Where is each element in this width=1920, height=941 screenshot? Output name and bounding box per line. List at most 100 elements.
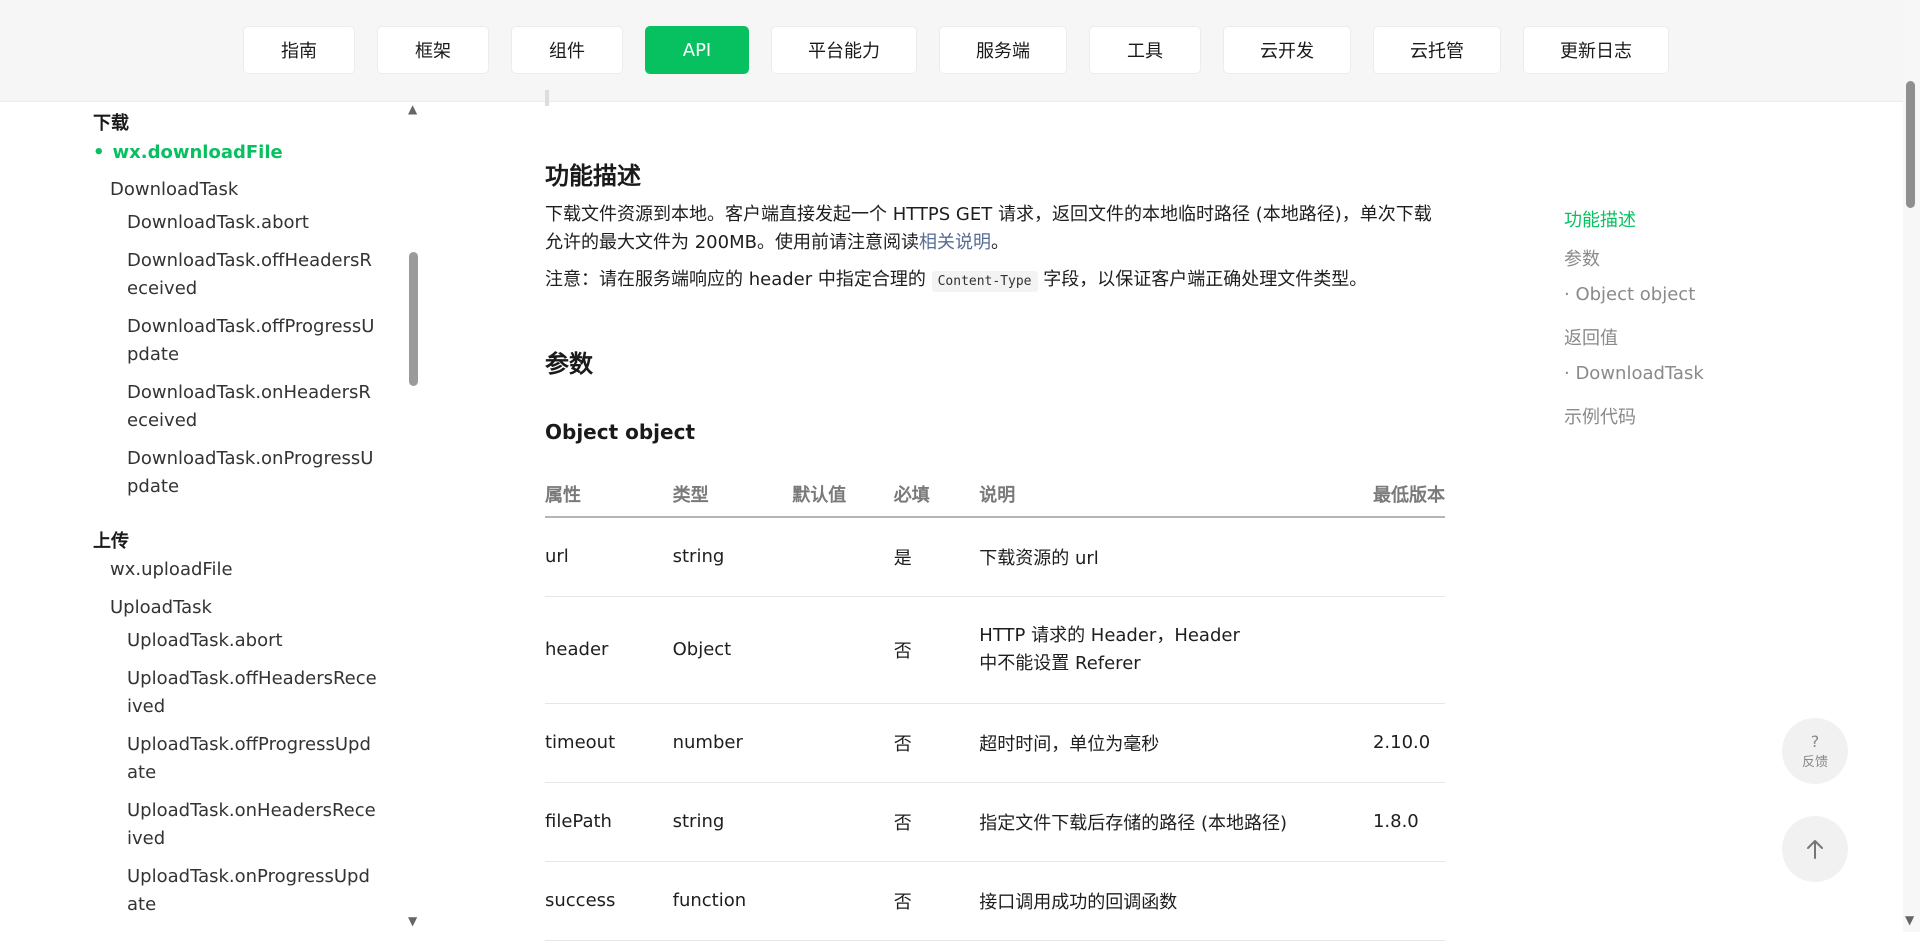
tab-guide[interactable]: 指南 (243, 26, 355, 74)
table-header-row: 属性 类型 默认值 必填 说明 最低版本 (545, 471, 1445, 518)
cell-default (792, 703, 894, 783)
sidebar-scrollbar[interactable] (409, 252, 418, 386)
params-table: 属性 类型 默认值 必填 说明 最低版本 url string 是 下载资源的 … (545, 471, 1445, 941)
sidebar-item-uploadtask-onheadersreceived[interactable]: UploadTask.onHeadersReceived (127, 797, 377, 853)
feedback-label: 反馈 (1801, 754, 1828, 770)
col-header-desc: 说明 (979, 471, 1373, 518)
toc-item-example[interactable]: 示例代码 (1564, 403, 1636, 429)
cell-name: url (545, 517, 673, 597)
question-icon: ? (1810, 731, 1820, 751)
cell-name: timeout (545, 703, 673, 783)
table-row: header Object 否 HTTP 请求的 Header，Header 中… (545, 596, 1445, 704)
toc-item-params[interactable]: 参数 (1564, 245, 1600, 271)
cell-version (1372, 596, 1445, 704)
sidebar: 下载 • wx.downloadFile DownloadTask Downloa… (0, 102, 424, 932)
table-row: url string 是 下载资源的 url (545, 517, 1445, 597)
cell-type: Object (672, 596, 793, 704)
sidebar-item-uploadtask-offprogressupdate[interactable]: UploadTask.offProgressUpdate (127, 731, 377, 787)
sidebar-item-wx-uploadfile[interactable]: wx.uploadFile (110, 556, 233, 584)
table-row: timeout number 否 超时时间，单位为毫秒 2.10.0 (545, 703, 1445, 783)
cell-default (792, 782, 894, 862)
cell-required: 是 (893, 517, 980, 597)
col-header-default: 默认值 (792, 471, 894, 518)
breadcrumb-bar (545, 90, 549, 106)
col-header-attr: 属性 (545, 471, 673, 518)
sidebar-item-uploadtask-offheadersreceived[interactable]: UploadTask.offHeadersReceived (127, 665, 377, 721)
back-to-top-button[interactable] (1782, 816, 1848, 882)
sidebar-item-downloadtask-offheadersreceived[interactable]: DownloadTask.offHeadersReceived (127, 247, 377, 303)
sidebar-item-downloadtask-onheadersreceived[interactable]: DownloadTask.onHeadersReceived (127, 379, 377, 435)
toc-item-object[interactable]: · Object object (1564, 284, 1695, 305)
content-type-code: Content-Type (931, 271, 1038, 292)
description-end: 。 (990, 232, 1009, 253)
cell-desc: 超时时间，单位为毫秒 (979, 703, 1373, 783)
cell-default (792, 861, 894, 941)
cell-version (1372, 517, 1445, 597)
sidebar-item-downloadtask-onprogressupdate[interactable]: DownloadTask.onProgressUpdate (127, 445, 377, 501)
cell-type: function (672, 861, 793, 941)
cell-version (1372, 861, 1445, 941)
cell-desc: 指定文件下载后存储的路径 (本地路径) (979, 782, 1373, 862)
cell-name: success (545, 861, 673, 941)
cell-name: header (545, 596, 673, 704)
tab-cloud-hosting[interactable]: 云托管 (1373, 26, 1501, 74)
sidebar-group-download: 下载 (93, 113, 129, 134)
cell-type: string (672, 782, 793, 862)
note-suffix: 字段，以保证客户端正确处理文件类型。 (1043, 269, 1368, 290)
cell-desc: 接口调用成功的回调函数 (979, 861, 1373, 941)
toc-item-downloadtask[interactable]: · DownloadTask (1564, 363, 1704, 384)
scroll-down-icon[interactable]: ▼ (408, 914, 417, 928)
sidebar-item-uploadtask-onprogressupdate[interactable]: UploadTask.onProgressUpdate (127, 863, 377, 919)
arrow-up-icon (1807, 840, 1823, 859)
page-scrollbar-thumb[interactable] (1906, 81, 1915, 208)
sidebar-item-uploadtask-abort[interactable]: UploadTask.abort (127, 627, 377, 655)
cell-default (792, 596, 894, 704)
cell-version: 1.8.0 (1372, 782, 1445, 862)
cell-required: 否 (893, 861, 980, 941)
related-notes-link[interactable]: 相关说明 (919, 232, 991, 253)
table-row: success function 否 接口调用成功的回调函数 (545, 861, 1445, 941)
cell-required: 否 (893, 703, 980, 783)
sidebar-item-wx-downloadfile[interactable]: • wx.downloadFile (93, 139, 283, 167)
sidebar-group-upload: 上传 (93, 531, 129, 552)
object-title: Object object (545, 420, 696, 444)
sidebar-item-downloadtask[interactable]: DownloadTask (110, 176, 238, 204)
tab-tools[interactable]: 工具 (1089, 26, 1201, 74)
tab-changelog[interactable]: 更新日志 (1523, 26, 1669, 74)
sidebar-item-downloadtask-offprogressupdate[interactable]: DownloadTask.offProgressUpdate (127, 313, 377, 369)
cell-type: string (672, 517, 793, 597)
sidebar-item-downloadtask-abort[interactable]: DownloadTask.abort (127, 209, 377, 237)
tab-server[interactable]: 服务端 (939, 26, 1067, 74)
cell-desc: HTTP 请求的 Header，Header 中不能设置 Referer (979, 596, 1373, 704)
top-nav: 指南 框架 组件 API 平台能力 服务端 工具 云开发 云托管 更新日志 (0, 0, 1903, 102)
tab-cloud-dev[interactable]: 云开发 (1223, 26, 1351, 74)
cell-required: 否 (893, 782, 980, 862)
sidebar-item-label: wx.downloadFile (112, 142, 283, 163)
description-text: 下载文件资源到本地。客户端直接发起一个 HTTPS GET 请求，返回文件的本地… (545, 201, 1445, 257)
sidebar-item-uploadtask[interactable]: UploadTask (110, 594, 212, 622)
table-row: filePath string 否 指定文件下载后存储的路径 (本地路径) 1.… (545, 782, 1445, 862)
scroll-up-icon[interactable]: ▲ (408, 102, 417, 116)
note-text: 注意：请在服务端响应的 header 中指定合理的 Content-Type 字… (545, 266, 1445, 296)
nav-tabs: 指南 框架 组件 API 平台能力 服务端 工具 云开发 云托管 更新日志 (243, 26, 1669, 74)
tab-components[interactable]: 组件 (511, 26, 623, 74)
tab-api[interactable]: API (645, 26, 749, 74)
col-header-version: 最低版本 (1372, 471, 1445, 518)
feedback-button[interactable]: ? 反馈 (1782, 718, 1848, 784)
col-header-type: 类型 (672, 471, 793, 518)
note-prefix: 注意：请在服务端响应的 header 中指定合理的 (545, 269, 926, 290)
toc-item-description[interactable]: 功能描述 (1564, 206, 1636, 232)
tab-framework[interactable]: 框架 (377, 26, 489, 74)
tab-platform[interactable]: 平台能力 (771, 26, 917, 74)
active-dot-icon: • (93, 142, 105, 163)
cell-type: number (672, 703, 793, 783)
cell-default (792, 517, 894, 597)
page-scroll-down-icon[interactable]: ▼ (1905, 913, 1914, 927)
cell-desc: 下载资源的 url (979, 517, 1373, 597)
section-title-params: 参数 (545, 350, 593, 378)
cell-required: 否 (893, 596, 980, 704)
col-header-required: 必填 (893, 471, 980, 518)
section-title-description: 功能描述 (545, 162, 641, 190)
toc-item-return[interactable]: 返回值 (1564, 324, 1618, 350)
cell-version: 2.10.0 (1372, 703, 1445, 783)
